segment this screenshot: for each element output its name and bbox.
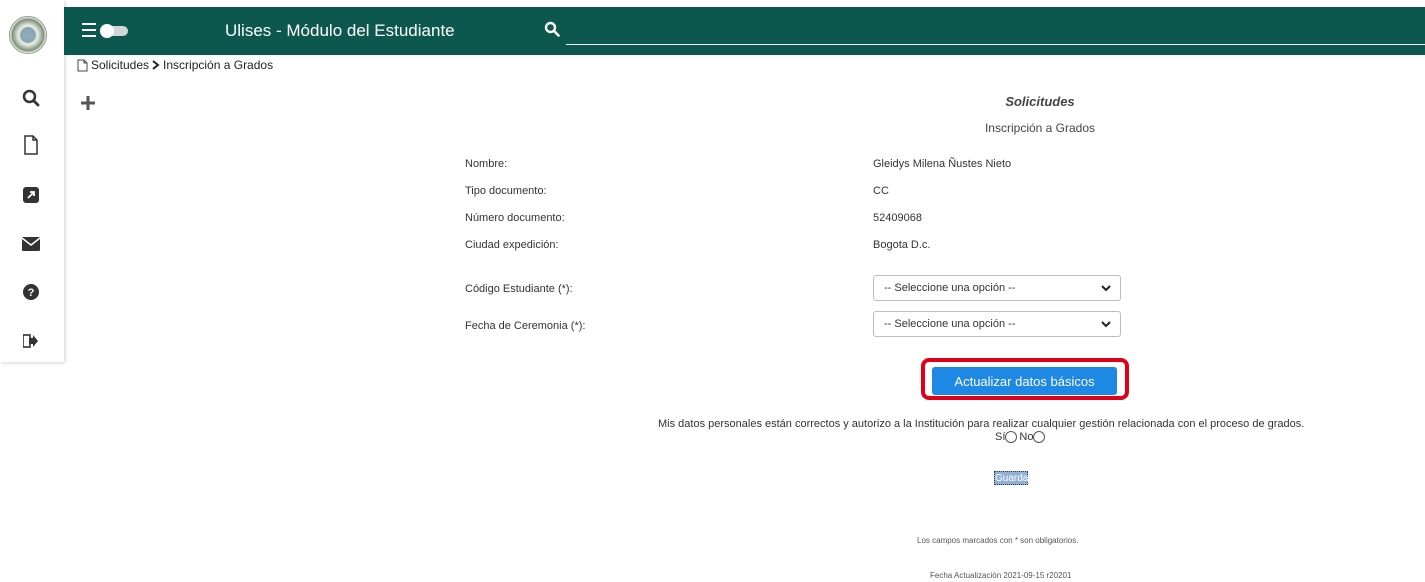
save-button[interactable]: Guardar bbox=[994, 471, 1032, 485]
required-fields-note: Los campos marcados con * son obligatori… bbox=[917, 536, 1079, 545]
field-label-nombre: Nombre: bbox=[465, 158, 508, 170]
student-code-label: Código Estudiante (*): bbox=[465, 283, 573, 295]
field-value-numero-documento: 52409068 bbox=[873, 212, 922, 224]
hamburger-menu-icon[interactable] bbox=[82, 23, 98, 37]
search-icon[interactable] bbox=[20, 87, 42, 109]
breadcrumb: Solicitudes Inscripción a Grados bbox=[77, 58, 273, 72]
authorization-options: Sí No bbox=[995, 431, 1047, 443]
file-icon[interactable] bbox=[20, 134, 42, 156]
update-date-footer: Fecha Actualización 2021-09-15 r20201 bbox=[930, 571, 1072, 580]
field-label-ciudad-expedicion: Ciudad expedición: bbox=[465, 239, 559, 251]
envelope-icon[interactable] bbox=[20, 233, 42, 255]
search-icon[interactable] bbox=[544, 21, 560, 42]
field-value-tipo-documento: CC bbox=[873, 185, 889, 197]
breadcrumb-current: Inscripción a Grados bbox=[163, 58, 274, 72]
field-value-nombre: Gleidys Milena Ñustes Nieto bbox=[873, 158, 1012, 170]
chevron-down-icon bbox=[1101, 321, 1111, 328]
plus-icon[interactable] bbox=[80, 95, 96, 116]
search-input[interactable] bbox=[566, 20, 1425, 45]
ceremony-date-label: Fecha de Ceremonia (*): bbox=[465, 320, 586, 332]
ceremony-date-select[interactable]: -- Seleccione una opción -- bbox=[873, 311, 1121, 337]
yes-radio[interactable] bbox=[1005, 431, 1018, 443]
update-basic-data-button[interactable]: Actualizar datos básicos bbox=[932, 367, 1117, 395]
breadcrumb-solicitudes[interactable]: Solicitudes bbox=[91, 58, 149, 72]
external-link-icon[interactable] bbox=[20, 184, 42, 206]
file-icon bbox=[77, 59, 88, 71]
form-title: Solicitudes bbox=[1005, 94, 1075, 109]
no-radio[interactable] bbox=[1033, 431, 1046, 443]
yes-label: Sí bbox=[995, 431, 1006, 443]
ceremony-date-selected: -- Seleccione una opción -- bbox=[884, 318, 1016, 330]
sign-out-icon[interactable] bbox=[20, 330, 42, 352]
student-code-selected: -- Seleccione una opción -- bbox=[884, 282, 1016, 294]
field-label-tipo-documento: Tipo documento: bbox=[465, 185, 547, 197]
sidebar-toggle[interactable] bbox=[100, 24, 128, 38]
university-logo bbox=[9, 16, 47, 54]
no-label: No bbox=[1019, 431, 1034, 443]
svg-text:?: ? bbox=[28, 287, 35, 299]
student-code-select[interactable]: -- Seleccione una opción -- bbox=[873, 275, 1121, 301]
sidebar: ? bbox=[0, 0, 64, 362]
authorization-text: Mis datos personales están correctos y a… bbox=[658, 418, 1305, 430]
field-value-ciudad-expedicion: Bogota D.c. bbox=[873, 239, 931, 251]
form-subtitle: Inscripción a Grados bbox=[984, 121, 1096, 135]
app-title: Ulises - Módulo del Estudiante bbox=[225, 21, 455, 40]
question-circle-icon[interactable]: ? bbox=[20, 281, 42, 303]
chevron-down-icon bbox=[1101, 285, 1111, 292]
chevron-right-icon bbox=[152, 60, 160, 70]
top-navbar: Ulises - Módulo del Estudiante bbox=[64, 7, 1425, 55]
field-label-numero-documento: Número documento: bbox=[465, 212, 565, 224]
